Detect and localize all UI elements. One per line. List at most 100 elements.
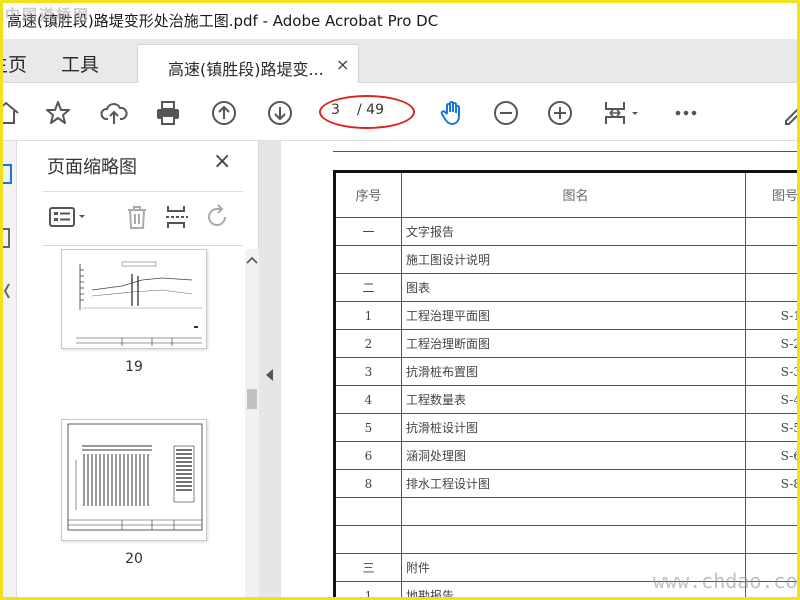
row-name: 文字报告 (401, 217, 746, 246)
row-no: 一 (335, 217, 402, 246)
page-thumbnail-20[interactable] (61, 419, 207, 541)
close-tab-icon[interactable]: × (336, 55, 349, 74)
left-navigation-rail (3, 141, 17, 597)
next-page-icon[interactable] (265, 98, 295, 128)
watermark-bottom: www.chdao.com (653, 569, 800, 593)
row-fig (745, 273, 797, 302)
row-name: 排水工程设计图 (401, 469, 746, 498)
drawing-index-table: 序号 图名 图号 一文字报告 施工图设计说明 二图表 1工程治理平面图S-1 2… (335, 171, 797, 597)
row-fig (745, 217, 797, 246)
page-header-rule (333, 151, 797, 152)
tab-tools[interactable]: 工具 (61, 50, 99, 77)
row-fig: S-5 (745, 413, 797, 442)
row-name: 工程治理断面图 (401, 329, 746, 358)
page-19-preview (76, 261, 202, 346)
hand-tool-icon[interactable] (437, 98, 467, 128)
row-name: 涵洞处理图 (401, 441, 746, 470)
home-icon[interactable] (3, 98, 21, 128)
print-icon[interactable] (153, 98, 183, 128)
table-row (335, 497, 797, 526)
table-header-row: 序号 图名 图号 (335, 171, 797, 218)
bookmarks-nav-icon[interactable] (3, 227, 15, 249)
collapse-panel-arrow-icon[interactable] (266, 369, 273, 381)
toolbar: 3 / 49 (3, 83, 797, 141)
panel-toolbar-divider (43, 245, 243, 246)
row-fig (745, 525, 797, 554)
delete-page-icon[interactable] (123, 203, 153, 233)
page-20-preview (67, 423, 203, 531)
row-name: 工程数量表 (401, 385, 746, 414)
close-panel-icon[interactable]: × (213, 149, 231, 174)
tab-bar: 主页 工具 高速(镇胜段)路堤变... × (3, 39, 797, 84)
row-fig: S-8 (745, 469, 797, 498)
page-thumbnails-nav-icon[interactable] (3, 163, 15, 185)
thumbnail-list: 19 20 (31, 249, 245, 597)
tab-document[interactable]: 高速(镇胜段)路堤变... × (137, 44, 359, 84)
pdf-page: 序号 图名 图号 一文字报告 施工图设计说明 二图表 1工程治理平面图S-1 2… (281, 141, 797, 597)
thumbnail-page-number-19: 19 (125, 359, 143, 375)
row-no: 4 (335, 385, 402, 414)
table-row: 6涵洞处理图S-6 (335, 441, 797, 470)
row-no (335, 497, 402, 526)
cloud-upload-icon[interactable] (99, 98, 129, 128)
panel-divider (43, 191, 243, 192)
table-row: 施工图设计说明 (335, 245, 797, 274)
row-name: 施工图设计说明 (401, 245, 746, 274)
thumbnail-options-icon[interactable] (47, 203, 93, 233)
tab-home[interactable]: 主页 (3, 50, 27, 77)
zoom-in-icon[interactable] (545, 98, 575, 128)
thumbnail-page-number-20: 20 (125, 551, 143, 567)
row-no (335, 525, 402, 554)
rotate-page-icon[interactable] (203, 203, 233, 233)
attachments-nav-icon[interactable] (3, 281, 15, 303)
table-row: 2工程治理断面图S-2 (335, 329, 797, 358)
row-name (401, 525, 746, 554)
scrollbar-thumb[interactable] (247, 389, 257, 409)
more-options-icon[interactable] (671, 98, 701, 128)
row-fig: S-3 (745, 357, 797, 386)
row-no (335, 245, 402, 274)
header-name: 图名 (401, 171, 746, 218)
row-no: 3 (335, 357, 402, 386)
table-row: 5抗滑桩设计图S-5 (335, 413, 797, 442)
row-no: 5 (335, 413, 402, 442)
comment-pen-icon[interactable] (779, 98, 797, 128)
previous-page-icon[interactable] (209, 98, 239, 128)
table-row: 3抗滑桩布置图S-3 (335, 357, 797, 386)
row-no: 1 (335, 581, 402, 597)
row-name: 工程治理平面图 (401, 301, 746, 330)
zoom-out-icon[interactable] (491, 98, 521, 128)
insert-page-icon[interactable] (163, 203, 193, 233)
fit-page-dropdown-icon[interactable] (599, 98, 645, 128)
document-view[interactable]: 序号 图名 图号 一文字报告 施工图设计说明 二图表 1工程治理平面图S-1 2… (281, 141, 797, 597)
table-row: 8排水工程设计图S-8 (335, 469, 797, 498)
row-no: 8 (335, 469, 402, 498)
page-thumbnail-19[interactable] (61, 249, 207, 349)
row-name (401, 497, 746, 526)
scroll-up-icon[interactable] (246, 255, 258, 265)
document-tab-label: 高速(镇胜段)路堤变... (168, 60, 324, 79)
row-fig: S-4 (745, 385, 797, 414)
header-no: 序号 (335, 171, 402, 218)
panel-collapse-strip[interactable] (259, 141, 281, 597)
row-name: 抗滑桩布置图 (401, 357, 746, 386)
thumbnail-scrollbar[interactable] (245, 249, 259, 597)
row-name: 图表 (401, 273, 746, 302)
row-name: 抗滑桩设计图 (401, 413, 746, 442)
row-no: 1 (335, 301, 402, 330)
app-window: 高速(镇胜段)路堤变形处治施工图.pdf - Adobe Acrobat Pro… (0, 0, 800, 600)
table-row: 4工程数量表S-4 (335, 385, 797, 414)
row-no: 三 (335, 553, 402, 582)
page-thumbnails-panel: 页面缩略图 × 19 20 (17, 141, 259, 597)
table-row: 二图表 (335, 273, 797, 302)
red-highlight-circle (319, 95, 415, 129)
panel-toolbar (47, 203, 247, 235)
watermark-top: 中国道桥网 (5, 6, 91, 24)
row-fig: S-1 (745, 301, 797, 330)
row-fig: S-6 (745, 441, 797, 470)
row-no: 2 (335, 329, 402, 358)
header-fig: 图号 (745, 171, 797, 218)
bookmark-star-icon[interactable] (43, 98, 73, 128)
row-fig (745, 245, 797, 274)
panel-title: 页面缩略图 (47, 157, 137, 178)
